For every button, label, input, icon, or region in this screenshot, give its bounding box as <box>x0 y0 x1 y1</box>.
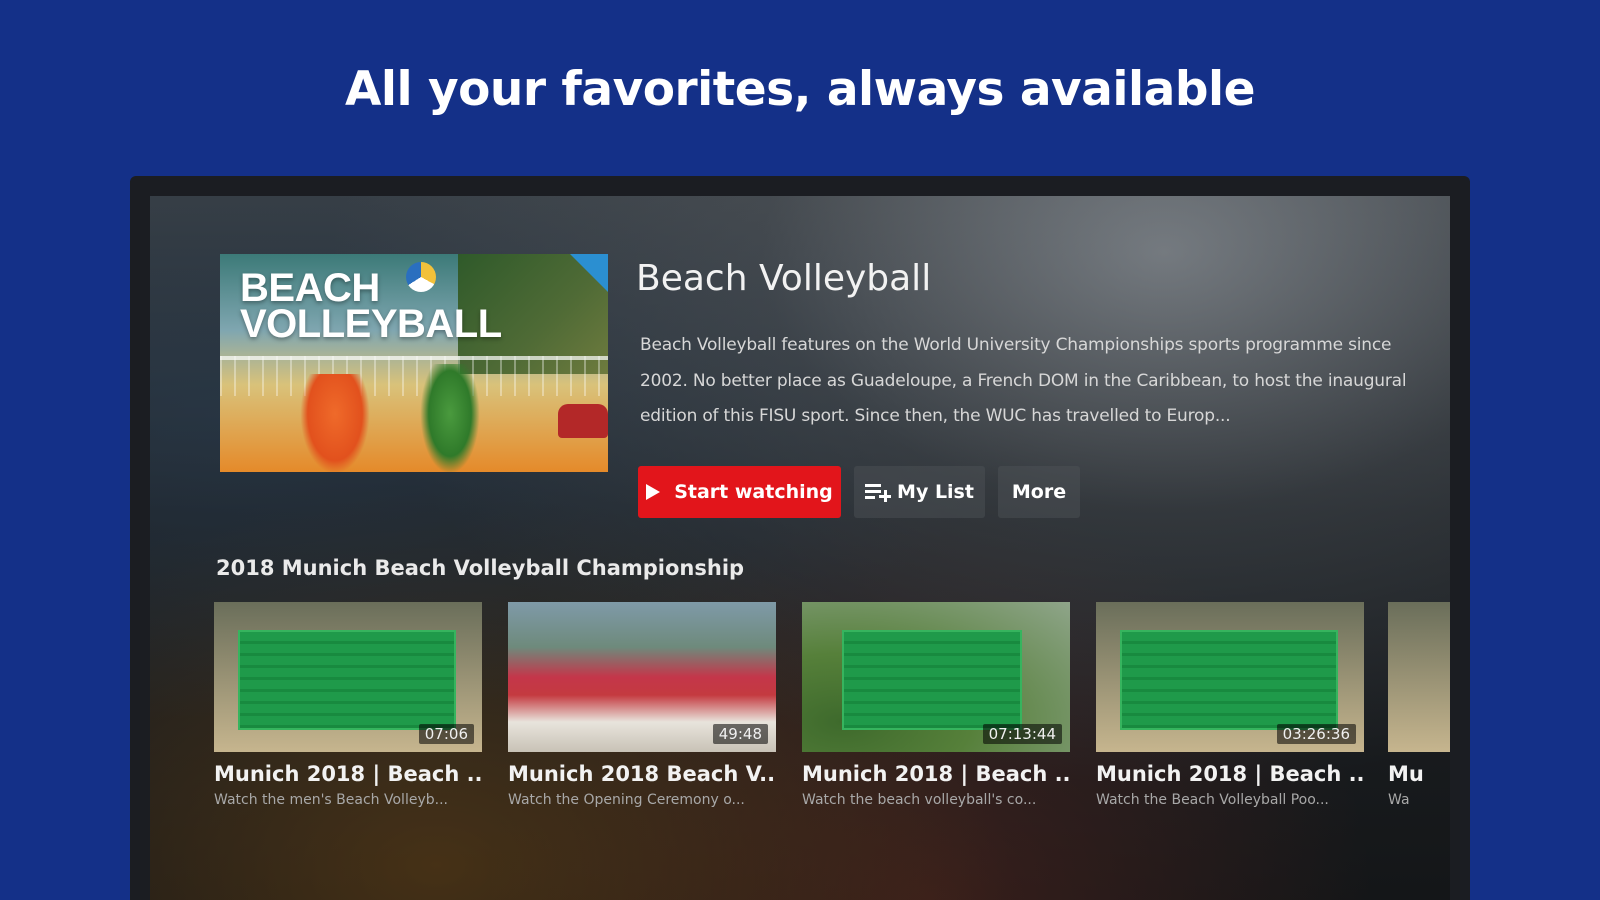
video-title: Munich 2018 | Beach ... <box>1096 762 1364 786</box>
row-title: 2018 Munich Beach Volleyball Championshi… <box>216 556 745 580</box>
video-card[interactable]: 07:06 Munich 2018 | Beach ... Watch the … <box>214 602 482 808</box>
video-subtitle: Watch the beach volleyball's co... <box>802 792 1037 808</box>
video-subtitle: Watch the Beach Volleyball Poo... <box>1096 792 1329 808</box>
start-watching-button[interactable]: Start watching <box>638 466 841 518</box>
duration-badge: 07:13:44 <box>982 724 1062 744</box>
video-row: 07:06 Munich 2018 | Beach ... Watch the … <box>214 602 1450 842</box>
page-headline: All your favorites, always available <box>345 62 1255 117</box>
tv-screen: BEACH VOLLEYBALL Beach Volleyball Beach … <box>150 196 1450 900</box>
duration-badge: 49:48 <box>712 724 768 744</box>
playlist-add-icon <box>865 483 892 502</box>
my-list-button[interactable]: My List <box>854 466 985 518</box>
video-subtitle: Watch the men's Beach Volleyb... <box>214 792 448 808</box>
hero-thumbnail-logo: BEACH VOLLEYBALL <box>240 266 502 346</box>
video-title: Munich 2018 | Beach ... <box>214 762 482 786</box>
video-thumbnail[interactable]: 49:48 <box>508 602 776 752</box>
video-thumbnail[interactable]: 07:06 <box>214 602 482 752</box>
video-subtitle: Watch the Opening Ceremony o... <box>508 792 745 808</box>
video-thumbnail[interactable] <box>1388 602 1450 752</box>
hero-title: Beach Volleyball <box>636 258 932 299</box>
video-title: Munich 2018 Beach V... <box>508 762 776 786</box>
video-card[interactable]: Mu Wa <box>1388 602 1450 808</box>
video-title: Mu <box>1388 762 1424 786</box>
more-button[interactable]: More <box>998 466 1080 518</box>
video-thumbnail[interactable]: 03:26:36 <box>1096 602 1364 752</box>
video-title: Munich 2018 | Beach ... <box>802 762 1070 786</box>
hero-description: Beach Volleyball features on the World U… <box>640 335 1407 426</box>
video-thumbnail[interactable]: 07:13:44 <box>802 602 1070 752</box>
duration-badge: 03:26:36 <box>1276 724 1356 744</box>
video-card[interactable]: 07:13:44 Munich 2018 | Beach ... Watch t… <box>802 602 1070 808</box>
video-subtitle: Wa <box>1388 792 1410 808</box>
play-icon <box>646 484 661 500</box>
video-card[interactable]: 03:26:36 Munich 2018 | Beach ... Watch t… <box>1096 602 1364 808</box>
video-card[interactable]: 49:48 Munich 2018 Beach V... Watch the O… <box>508 602 776 808</box>
hero-thumbnail[interactable]: BEACH VOLLEYBALL <box>220 254 608 472</box>
duration-badge: 07:06 <box>418 724 474 744</box>
